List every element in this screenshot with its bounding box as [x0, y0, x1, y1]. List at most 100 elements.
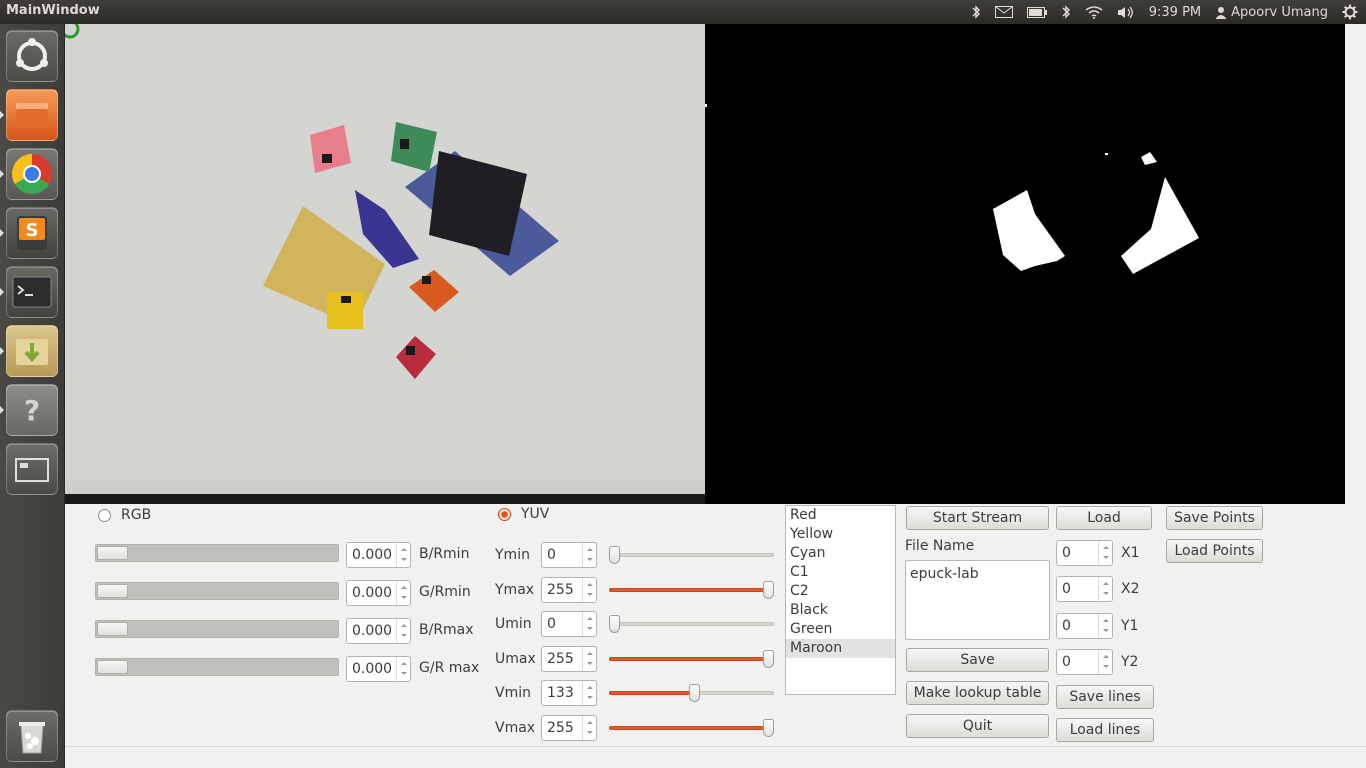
spin-arrows-icon[interactable] [396, 619, 410, 643]
spin-arrows-icon[interactable] [582, 543, 596, 567]
slider-handle[interactable] [97, 660, 128, 674]
camera-feed[interactable] [65, 24, 705, 504]
coord-spinbox[interactable]: 0 [1056, 613, 1113, 639]
make-lookup-table-button[interactable]: Make lookup table [906, 681, 1049, 705]
bluetooth-icon[interactable] [971, 0, 981, 24]
terminal-button[interactable] [6, 266, 58, 318]
yuv-slider[interactable] [609, 648, 774, 670]
yuv-spinbox-value: 0 [547, 616, 556, 632]
yuv-spinbox[interactable]: 133 [541, 680, 597, 706]
wifi-icon[interactable] [1085, 0, 1103, 24]
yuv-slider[interactable] [609, 613, 774, 635]
slider-handle[interactable] [609, 546, 620, 564]
start-stream-button[interactable]: Start Stream [906, 506, 1049, 530]
rgb-slider[interactable] [95, 658, 339, 676]
slider-handle[interactable] [763, 650, 774, 668]
control-panel: RGB 0.000 B/Rmin 0.000 G/Rmin 0.000 B/Rmax 0.0… [65, 504, 1366, 768]
save-lines-button[interactable]: Save lines [1056, 685, 1154, 709]
yuv-radio[interactable] [498, 508, 511, 521]
yuv-row-label: Vmax [495, 720, 536, 736]
spin-arrows-icon[interactable] [1098, 650, 1112, 674]
yuv-slider[interactable] [609, 579, 774, 601]
save-button[interactable]: Save [906, 648, 1049, 672]
color-list[interactable]: Red Yellow Cyan C1 C2 Black Green Maroon [785, 505, 896, 695]
spin-arrows-icon[interactable] [396, 543, 410, 567]
spin-arrows-icon[interactable] [396, 581, 410, 605]
rgb-slider[interactable] [95, 620, 339, 638]
system-tray: 9:39 PM Apoorv Umang [971, 0, 1358, 24]
coord-spinbox[interactable]: 0 [1056, 576, 1113, 602]
file-name-input[interactable]: epuck-lab [905, 560, 1050, 640]
bluetooth-status-icon[interactable] [1061, 0, 1071, 24]
slider-handle[interactable] [97, 546, 128, 560]
spin-arrows-icon[interactable] [582, 578, 596, 602]
rgb-row-label: B/Rmin [419, 546, 470, 562]
yuv-spinbox[interactable]: 255 [541, 646, 597, 672]
battery-icon[interactable] [1026, 0, 1047, 24]
threshold-mask-view[interactable] [705, 24, 1345, 504]
color-list-item[interactable]: Cyan [786, 544, 895, 563]
spin-arrows-icon[interactable] [582, 716, 596, 740]
rgb-spinbox-value: 0.000 [352, 585, 393, 601]
rgb-spinbox[interactable]: 0.000 [346, 542, 411, 568]
quit-button[interactable]: Quit [906, 714, 1049, 738]
gear-icon[interactable] [1342, 0, 1358, 24]
color-list-item[interactable]: C1 [786, 563, 895, 582]
yuv-spinbox-value: 255 [547, 651, 574, 667]
chrome-button[interactable] [6, 148, 58, 200]
yuv-spinbox[interactable]: 0 [541, 542, 597, 568]
help-button[interactable]: ? [6, 384, 58, 436]
load-points-button[interactable]: Load Points [1166, 539, 1263, 563]
slider-handle[interactable] [763, 581, 774, 599]
yuv-spinbox[interactable]: 255 [541, 715, 597, 741]
rgb-spinbox[interactable]: 0.000 [346, 580, 411, 606]
yuv-slider[interactable] [609, 717, 774, 739]
coord-spinbox[interactable]: 0 [1056, 540, 1113, 566]
color-list-item[interactable]: Black [786, 601, 895, 620]
slider-handle[interactable] [609, 615, 620, 633]
spin-arrows-icon[interactable] [582, 647, 596, 671]
ubuntu-dash-button[interactable] [6, 30, 58, 82]
yuv-slider[interactable] [609, 544, 774, 566]
slider-handle[interactable] [763, 719, 774, 737]
coord-spinbox[interactable]: 0 [1056, 649, 1113, 675]
camera-scene [65, 24, 705, 504]
spin-arrows-icon[interactable] [1098, 541, 1112, 565]
coord-label: Y1 [1121, 618, 1139, 634]
spin-arrows-icon[interactable] [396, 657, 410, 681]
save-points-button[interactable]: Save Points [1166, 506, 1263, 530]
load-lines-button[interactable]: Load lines [1056, 718, 1154, 742]
slider-handle[interactable] [97, 584, 128, 598]
yuv-spinbox[interactable]: 255 [541, 577, 597, 603]
rgb-slider[interactable] [95, 544, 339, 562]
archive-manager-button[interactable] [6, 325, 58, 377]
clock[interactable]: 9:39 PM [1149, 0, 1201, 24]
load-button[interactable]: Load [1056, 506, 1152, 530]
trash-button[interactable] [6, 710, 58, 762]
status-bar [65, 746, 1366, 768]
user-menu[interactable]: Apoorv Umang [1215, 0, 1328, 24]
yuv-spinbox[interactable]: 0 [541, 611, 597, 637]
mail-icon[interactable] [994, 0, 1013, 24]
rgb-spinbox[interactable]: 0.000 [346, 618, 411, 644]
slider-handle[interactable] [689, 684, 700, 702]
rgb-spinbox[interactable]: 0.000 [346, 656, 411, 682]
spin-arrows-icon[interactable] [1098, 577, 1112, 601]
volume-icon[interactable] [1117, 0, 1135, 24]
sublime-text-button[interactable]: S [6, 207, 58, 259]
color-list-item[interactable]: Maroon [786, 639, 895, 658]
workspace-switcher-button[interactable] [6, 443, 58, 495]
color-list-item[interactable]: Green [786, 620, 895, 639]
slider-handle[interactable] [97, 622, 128, 636]
yuv-slider[interactable] [609, 682, 774, 704]
files-button[interactable] [6, 89, 58, 141]
spin-arrows-icon[interactable] [582, 612, 596, 636]
color-list-item[interactable]: Red [786, 506, 895, 525]
file-name-label: File Name [905, 538, 975, 554]
rgb-radio[interactable] [98, 509, 111, 522]
color-list-item[interactable]: C2 [786, 582, 895, 601]
spin-arrows-icon[interactable] [1098, 614, 1112, 638]
spin-arrows-icon[interactable] [582, 681, 596, 705]
color-list-item[interactable]: Yellow [786, 525, 895, 544]
rgb-slider[interactable] [95, 582, 339, 600]
